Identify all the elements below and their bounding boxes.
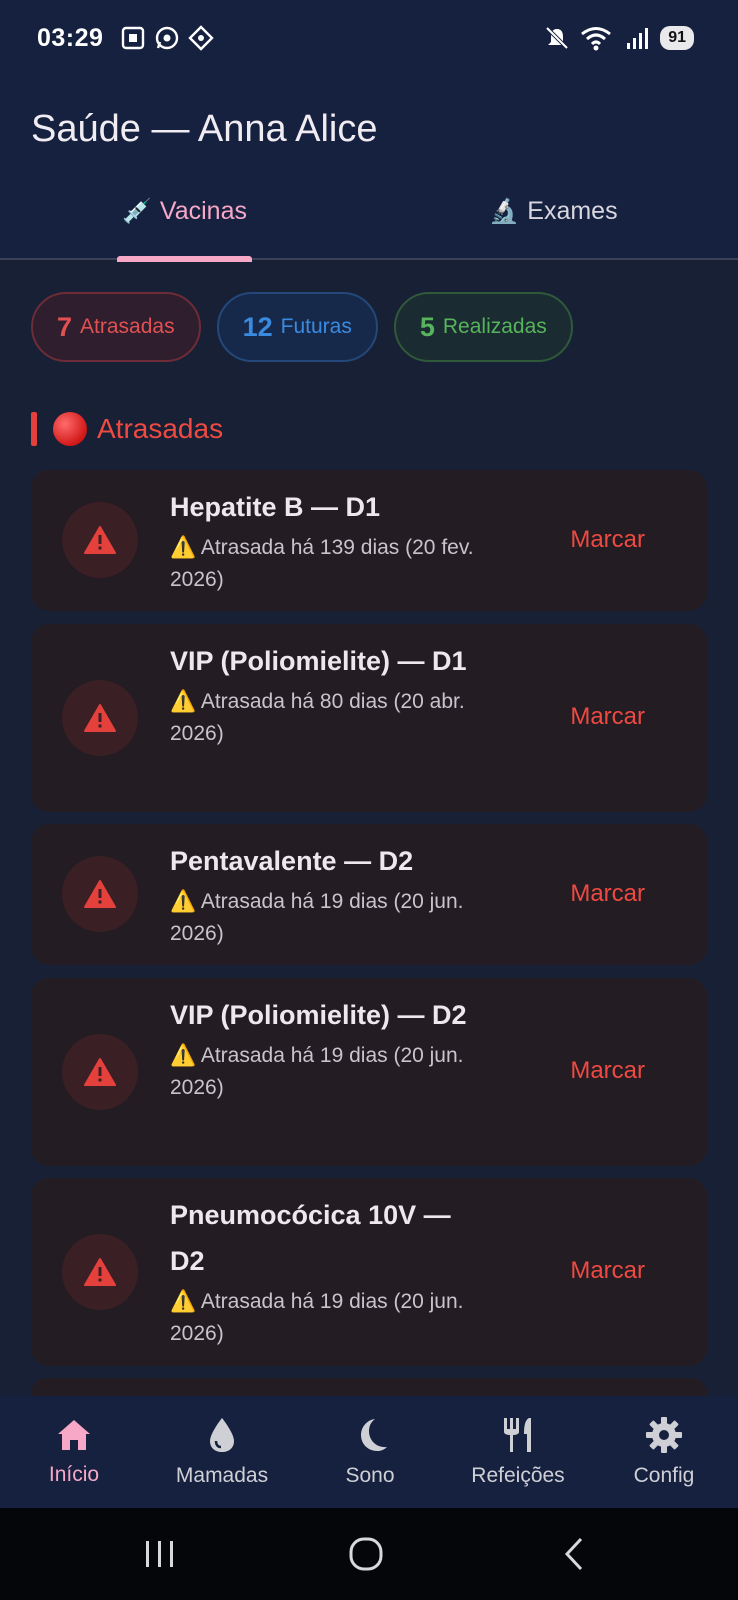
nav-mamadas[interactable]: Mamadas bbox=[148, 1396, 296, 1508]
system-navigation-bar bbox=[0, 1508, 738, 1600]
recent-apps-icon[interactable] bbox=[143, 1539, 177, 1569]
section-header-atrasadas: Atrasadas bbox=[31, 412, 223, 446]
home-icon bbox=[58, 1420, 90, 1450]
bottom-navigation: Início Mamadas Sono Refeições Config bbox=[0, 1396, 738, 1508]
fork-knife-icon bbox=[504, 1418, 531, 1452]
card-subtitle: ⚠️ Atrasada há 19 dias (20 jun. 2026) bbox=[170, 1044, 464, 1099]
warning-icon bbox=[62, 1034, 138, 1110]
chip-realizadas[interactable]: 5 Realizadas bbox=[393, 292, 573, 362]
tab-indicator bbox=[117, 256, 252, 262]
red-circle-icon bbox=[53, 412, 87, 446]
syringe-icon: 💉 bbox=[122, 197, 152, 225]
vaccine-card[interactable]: VIP (Poliomielite) — D1 ⚠️ Atrasada há 8… bbox=[31, 624, 707, 812]
chip-futuras[interactable]: 12 Futuras bbox=[216, 292, 378, 362]
status-time: 03:29 bbox=[37, 24, 104, 52]
card-subtitle: ⚠️ Atrasada há 19 dias (20 jun. 2026) bbox=[170, 1290, 464, 1345]
microscope-icon: 🔬 bbox=[489, 197, 520, 225]
marcar-button[interactable]: Marcar bbox=[570, 880, 645, 908]
vaccine-card[interactable]: Pentavalente — D2 ⚠️ Atrasada há 19 dias… bbox=[31, 824, 707, 965]
system-icons: 91 bbox=[544, 25, 694, 51]
section-accent-bar bbox=[31, 412, 37, 446]
tab-bar: 💉 Vacinas 🔬 Exames bbox=[0, 162, 738, 262]
chip-count: 7 bbox=[57, 311, 73, 342]
card-subtitle: ⚠️ Atrasada há 139 dias (20 fev. 2026) bbox=[170, 536, 474, 591]
card-title: Pentavalente — D2 bbox=[170, 846, 414, 876]
nav-config[interactable]: Config bbox=[590, 1396, 738, 1508]
summary-chips: 7 Atrasadas 12 Futuras 5 Realizadas bbox=[31, 292, 573, 362]
app-bar: Saúde — Anna Alice 💉 Vacinas 🔬 Exames bbox=[0, 80, 738, 262]
section-title: Atrasadas bbox=[97, 413, 224, 444]
moon-icon bbox=[361, 1419, 387, 1451]
warning-icon bbox=[62, 1234, 138, 1310]
nav-label: Config bbox=[633, 1464, 695, 1487]
chip-atrasadas[interactable]: 7 Atrasadas bbox=[31, 292, 201, 362]
home-button-icon[interactable] bbox=[348, 1536, 384, 1572]
tab-vacinas[interactable]: 💉 Vacinas bbox=[0, 162, 369, 262]
marcar-button[interactable]: Marcar bbox=[570, 1057, 645, 1085]
warning-icon bbox=[62, 856, 138, 932]
chip-label: Realizadas bbox=[442, 315, 547, 338]
gear-icon bbox=[646, 1417, 682, 1453]
marcar-button[interactable]: Marcar bbox=[570, 526, 645, 554]
screenshot-icon bbox=[121, 26, 145, 50]
vaccine-card[interactable]: Hepatite B — D1 ⚠️ Atrasada há 139 dias … bbox=[31, 470, 707, 611]
card-title: Pneumocócica 10V — D2 bbox=[170, 1200, 451, 1276]
vaccine-card[interactable]: Pneumocócica 10V — D2 ⚠️ Atrasada há 19 … bbox=[31, 1178, 707, 1366]
app-diamond-icon bbox=[188, 25, 214, 51]
warning-icon bbox=[62, 680, 138, 756]
mute-icon bbox=[545, 26, 569, 50]
battery-level: 91 bbox=[660, 26, 694, 50]
card-subtitle: ⚠️ Atrasada há 19 dias (20 jun. 2026) bbox=[170, 890, 464, 945]
card-title: VIP (Poliomielite) — D2 bbox=[170, 1000, 467, 1030]
nav-label: Refeições bbox=[471, 1464, 565, 1487]
chip-count: 12 bbox=[242, 311, 273, 342]
whatsapp-icon bbox=[155, 26, 179, 50]
nav-sono[interactable]: Sono bbox=[296, 1396, 444, 1508]
warning-icon bbox=[62, 502, 138, 578]
back-icon[interactable] bbox=[562, 1536, 586, 1572]
chip-count: 5 bbox=[419, 311, 435, 342]
tab-exames[interactable]: 🔬 Exames bbox=[369, 162, 738, 260]
vaccine-card[interactable]: VIP (Poliomielite) — D2 ⚠️ Atrasada há 1… bbox=[31, 978, 707, 1166]
nav-label: Mamadas bbox=[175, 1464, 269, 1487]
marcar-button[interactable]: Marcar bbox=[570, 703, 645, 731]
notification-icons bbox=[120, 25, 214, 51]
signal-icon bbox=[627, 28, 649, 49]
marcar-button[interactable]: Marcar bbox=[570, 1257, 645, 1285]
nav-inicio[interactable]: Início bbox=[0, 1396, 148, 1508]
tab-label: Vacinas bbox=[159, 196, 247, 225]
wifi-icon bbox=[581, 27, 612, 51]
drop-icon bbox=[210, 1418, 234, 1452]
chip-label: Atrasadas bbox=[80, 315, 175, 338]
status-bar: 03:29 91 bbox=[0, 0, 738, 80]
card-title: VIP (Poliomielite) — D1 bbox=[170, 646, 467, 676]
card-title: Hepatite B — D1 bbox=[170, 492, 381, 522]
tab-label: Exames bbox=[527, 196, 618, 225]
page-title: Saúde — Anna Alice bbox=[31, 108, 378, 150]
nav-label: Início bbox=[48, 1463, 100, 1486]
chip-label: Futuras bbox=[280, 315, 352, 338]
nav-label: Sono bbox=[345, 1464, 395, 1487]
nav-refeicoes[interactable]: Refeições bbox=[444, 1396, 592, 1508]
card-subtitle: ⚠️ Atrasada há 80 dias (20 abr. 2026) bbox=[170, 690, 465, 745]
